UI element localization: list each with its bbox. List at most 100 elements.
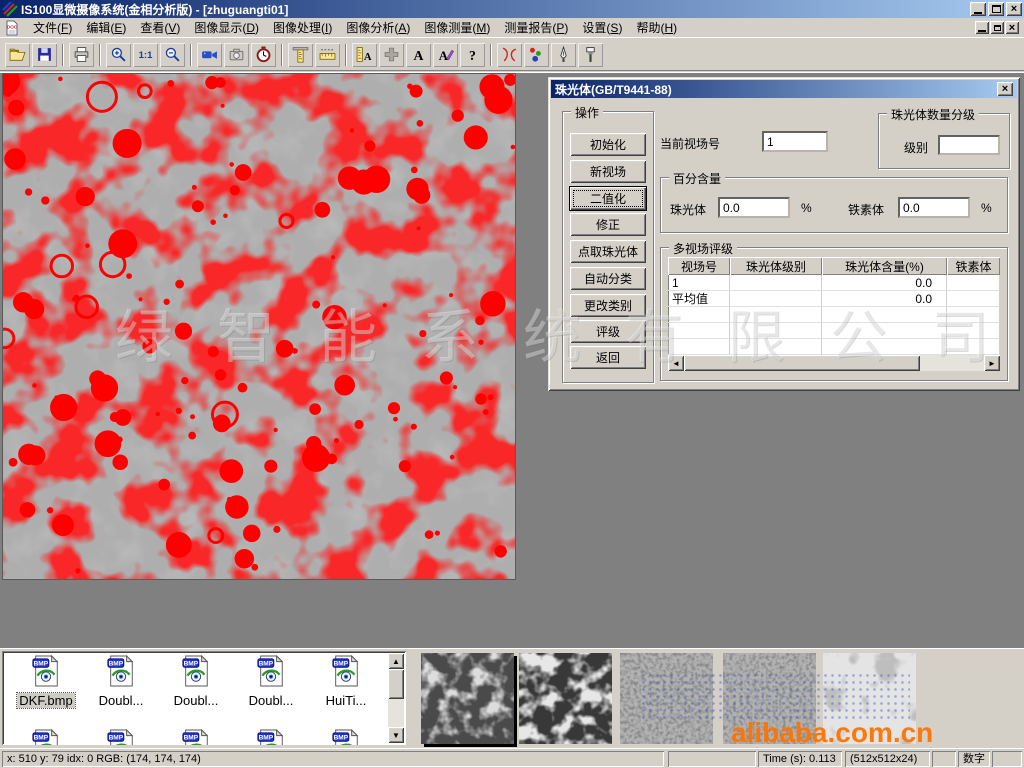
menu-item-P[interactable]: 测量报告(P) [497, 17, 575, 38]
table-horizontal-scrollbar[interactable]: ◄ ► [668, 355, 1000, 371]
caliper-icon[interactable] [288, 43, 313, 67]
scroll-right-icon[interactable]: ► [984, 355, 1000, 371]
calibrate-icon[interactable]: A [352, 43, 377, 67]
scroll-left-icon[interactable]: ◄ [668, 355, 684, 371]
file-name: HuiTi... [324, 693, 369, 708]
ruler-icon[interactable] [315, 43, 340, 67]
curve-icon[interactable] [497, 43, 522, 67]
svg-text:BMP: BMP [109, 660, 124, 667]
save-icon[interactable] [32, 43, 57, 67]
close-button[interactable]: × [1006, 2, 1022, 16]
dialog-button-4[interactable]: 修正 [570, 213, 646, 236]
file-item-row2[interactable]: BMP [85, 729, 157, 745]
image-size-status: (512x512x24) [845, 751, 930, 767]
menu-item-I[interactable]: 图像处理(I) [266, 17, 339, 38]
current-field-label: 当前视场号 [660, 135, 720, 152]
table-row[interactable] [668, 339, 1000, 355]
thumbnail-4[interactable] [723, 653, 816, 744]
text-icon[interactable]: A [406, 43, 431, 67]
menu-item-M[interactable]: 图像测量(M) [417, 17, 497, 38]
file-list-scrollbar[interactable]: ▲ ▼ [388, 653, 404, 743]
file-item-row2[interactable]: BMP [160, 729, 232, 745]
open-icon[interactable] [5, 43, 30, 67]
table-row[interactable] [668, 323, 1000, 339]
file-name: Doubl... [97, 693, 146, 708]
menu-item-S[interactable]: 设置(S) [575, 17, 629, 38]
maximize-button[interactable] [988, 2, 1004, 16]
dialog-close-button[interactable]: × [997, 82, 1013, 96]
timer-icon[interactable] [251, 43, 276, 67]
menu-item-D[interactable]: 图像显示(D) [187, 17, 266, 38]
count-points-icon[interactable] [524, 43, 549, 67]
dialog-button-3[interactable]: 二值化 [570, 187, 646, 210]
table-cell [822, 307, 947, 323]
dialog-button-2[interactable]: 新视场 [570, 160, 646, 183]
capture-icon[interactable] [224, 43, 249, 67]
scroll-up-icon[interactable]: ▲ [388, 653, 404, 669]
zoom-out-icon[interactable] [160, 43, 185, 67]
file-item-row2[interactable]: BMP [310, 729, 382, 745]
dialog-button-6[interactable]: 自动分类 [570, 267, 646, 290]
file-item-1[interactable]: BMPDKF.bmp [10, 655, 82, 710]
toolbar-separator [281, 44, 283, 66]
zoom-in-icon[interactable] [106, 43, 131, 67]
brush-icon[interactable] [578, 43, 603, 67]
dialog-button-8[interactable]: 评级 [570, 320, 646, 343]
dialog-button-7[interactable]: 更改类别 [570, 294, 646, 317]
rating-table[interactable]: 视场号珠光体级别珠光体含量(%)铁素体 10.0平均值0.0 ◄ ► [668, 257, 1000, 371]
minimize-button[interactable] [970, 2, 986, 16]
dialog-button-5[interactable]: 点取珠光体 [570, 240, 646, 263]
file-item-2[interactable]: BMP Doubl... [85, 655, 157, 710]
micrograph-image[interactable] [2, 73, 516, 580]
scrollbar-thumb[interactable] [684, 355, 920, 371]
file-item-3[interactable]: BMPDoubl... [160, 655, 232, 710]
thumbnail-2[interactable] [519, 653, 612, 744]
table-cell [730, 339, 822, 355]
percent-group-label: 百分含量 [669, 170, 725, 187]
menu-item-E[interactable]: 编辑(E) [79, 17, 133, 38]
file-item-row2[interactable]: BMP [10, 729, 82, 745]
print-icon[interactable] [69, 43, 94, 67]
table-row[interactable]: 10.0 [668, 275, 1000, 291]
multi-field-group-label: 多视场评级 [669, 240, 737, 257]
scrollbar-thumb[interactable] [388, 669, 404, 699]
file-list[interactable]: ▲ ▼ BMPDKF.bmpBMPBMPDoubl...BMPBMPDoubl.… [2, 651, 406, 745]
mdi-close-button[interactable]: × [1005, 21, 1019, 34]
table-row[interactable] [668, 307, 1000, 323]
table-header-cell: 珠光体含量(%) [822, 257, 947, 275]
dialog-button-9[interactable]: 返回 [570, 346, 646, 369]
thumbnail-3[interactable] [620, 653, 713, 744]
grade-input[interactable] [938, 135, 1000, 155]
ferrite-input[interactable] [898, 197, 970, 218]
menu-item-V[interactable]: 查看(V) [133, 17, 187, 38]
mdi-minimize-button[interactable] [975, 21, 989, 34]
table-row[interactable]: 平均值0.0 [668, 291, 1000, 307]
svg-text:BMP: BMP [184, 734, 199, 741]
pearlite-input[interactable] [718, 197, 790, 218]
document-icon[interactable]: DOC [4, 20, 20, 36]
thumbnail-5[interactable] [823, 653, 916, 744]
file-item-row2[interactable]: BMP [235, 729, 307, 745]
menu-item-H[interactable]: 帮助(H) [629, 17, 684, 38]
mdi-restore-button[interactable] [990, 21, 1004, 34]
actual-size-icon[interactable]: 1:1 [133, 43, 158, 67]
text-edit-icon[interactable]: A [433, 43, 458, 67]
video-camera-icon[interactable] [197, 43, 222, 67]
dialog-button-1[interactable]: 初始化 [570, 133, 646, 156]
svg-text:BMP: BMP [184, 660, 199, 667]
scroll-down-icon[interactable]: ▼ [388, 727, 404, 743]
table-header-cell: 铁素体 [947, 257, 1000, 275]
current-field-input[interactable] [762, 131, 828, 152]
menu-item-F[interactable]: 文件(F) [26, 17, 79, 38]
table-cell [947, 275, 1000, 291]
title-bar: IS100显微摄像系统(金相分析版) - [zhuguangti01] × [0, 0, 1024, 18]
merge-icon[interactable] [379, 43, 404, 67]
menu-item-A[interactable]: 图像分析(A) [339, 17, 417, 38]
table-cell [730, 275, 822, 291]
dialog-title-bar[interactable]: 珠光体(GB/T9441-88) × [551, 80, 1017, 98]
file-item-4[interactable]: BMPDoubl... [235, 655, 307, 710]
thumbnail-1[interactable] [421, 653, 514, 744]
help-icon[interactable]: ? [460, 43, 485, 67]
pen-icon[interactable] [551, 43, 576, 67]
file-item-5[interactable]: BMPHuiTi... [310, 655, 382, 710]
